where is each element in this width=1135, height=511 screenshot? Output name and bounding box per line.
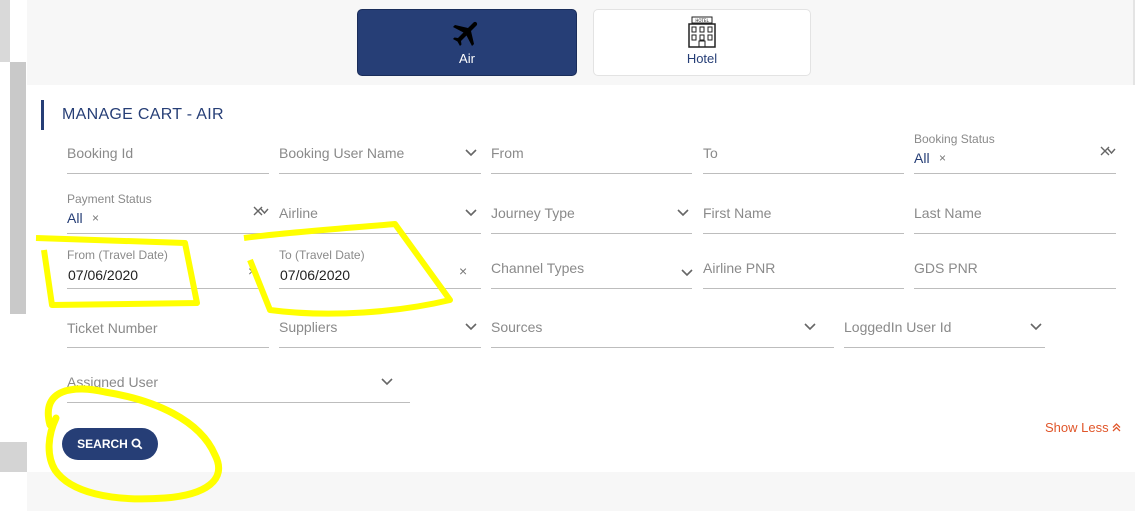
search-button[interactable]: SEARCH [62, 428, 158, 460]
app-root: Air HOTEL Hotel MANAGE CART - AIR Bookin… [0, 0, 1135, 511]
chip-remove-icon[interactable]: × [939, 151, 946, 165]
booking-id-underline [67, 173, 269, 174]
search-icon [131, 438, 143, 450]
gds-pnr-placeholder: GDS PNR [914, 260, 978, 276]
chip-remove-icon[interactable]: × [92, 211, 99, 225]
channel-types-placeholder: Channel Types [491, 260, 585, 276]
airplane-icon [450, 16, 484, 53]
to-underline [703, 173, 904, 174]
channel-types-underline [491, 288, 692, 289]
airline-pnr-underline [703, 288, 904, 289]
chevron-down-icon [1030, 323, 1042, 331]
tab-hotel[interactable]: HOTEL Hotel [593, 9, 811, 76]
chevron-down-icon [465, 209, 477, 217]
to-travel-date-value: 07/06/2020 [280, 267, 351, 283]
chevron-down-icon [381, 378, 393, 386]
scrollbar-track [0, 0, 10, 62]
booking-status-underline [914, 173, 1116, 174]
chevron-down-icon [465, 323, 477, 331]
assigned-user-placeholder: Assigned User [67, 374, 159, 390]
loggedin-user-id-underline [844, 347, 1045, 348]
journey-type-placeholder: Journey Type [491, 205, 575, 221]
from-travel-date-underline [67, 288, 261, 289]
scrollbar-bottom [0, 442, 27, 472]
page-title: MANAGE CART - AIR [41, 100, 224, 130]
to-travel-date-underline [279, 288, 481, 289]
chevron-down-icon [681, 269, 693, 277]
show-less-label: Show Less [1045, 420, 1109, 435]
to-placeholder: To [703, 145, 718, 161]
suppliers-underline [279, 347, 481, 348]
scrollbar-thumb[interactable] [10, 62, 26, 314]
tab-hotel-label: Hotel [686, 51, 718, 66]
search-button-label: SEARCH [77, 437, 128, 451]
ticket-number-placeholder: Ticket Number [67, 320, 158, 336]
clear-all-icon[interactable] [253, 206, 269, 218]
clear-all-icon[interactable] [1100, 146, 1116, 158]
booking-user-name-placeholder: Booking User Name [279, 145, 405, 161]
tab-air[interactable]: Air [357, 9, 577, 76]
from-underline [491, 173, 692, 174]
clear-icon[interactable]: × [459, 263, 467, 279]
manage-cart-panel: MANAGE CART - AIR Booking Id Booking Use… [27, 85, 1135, 472]
hotel-sign-text: HOTEL [695, 18, 709, 23]
chevron-down-icon [465, 149, 477, 157]
show-less-link[interactable]: Show Less [1045, 420, 1121, 435]
airline-placeholder: Airline [279, 205, 318, 221]
first-name-placeholder: First Name [703, 205, 772, 221]
first-name-underline [703, 233, 904, 234]
airline-underline [279, 233, 481, 234]
double-chevron-up-icon [1112, 423, 1121, 432]
ticket-number-underline [67, 347, 269, 348]
loggedin-user-id-placeholder: LoggedIn User Id [844, 319, 952, 335]
booking-user-name-underline [279, 173, 481, 174]
from-placeholder: From [491, 145, 524, 161]
to-travel-date-label: To (Travel Date) [279, 248, 365, 262]
from-travel-date-label: From (Travel Date) [67, 248, 168, 262]
last-name-underline [914, 233, 1116, 234]
chevron-down-icon [804, 323, 816, 331]
airline-pnr-placeholder: Airline PNR [703, 260, 776, 276]
left-scroll-area [0, 0, 27, 511]
hotel-building-icon: HOTEL [687, 16, 717, 51]
booking-status-chip: All [914, 150, 930, 166]
assigned-user-underline [67, 402, 410, 403]
sources-placeholder: Sources [491, 319, 543, 335]
gds-pnr-underline [914, 288, 1116, 289]
journey-type-underline [491, 233, 692, 234]
chevron-down-icon [677, 209, 689, 217]
payment-status-label: Payment Status [67, 192, 152, 206]
clear-icon[interactable]: × [248, 263, 256, 279]
from-travel-date-value: 07/06/2020 [68, 267, 139, 283]
payment-status-underline [67, 233, 269, 234]
suppliers-placeholder: Suppliers [279, 319, 338, 335]
last-name-placeholder: Last Name [914, 205, 982, 221]
booking-status-label: Booking Status [914, 132, 995, 146]
booking-id-placeholder: Booking Id [67, 145, 134, 161]
payment-status-chip: All [67, 210, 83, 226]
tab-air-label: Air [459, 51, 475, 66]
sources-underline [491, 347, 834, 348]
